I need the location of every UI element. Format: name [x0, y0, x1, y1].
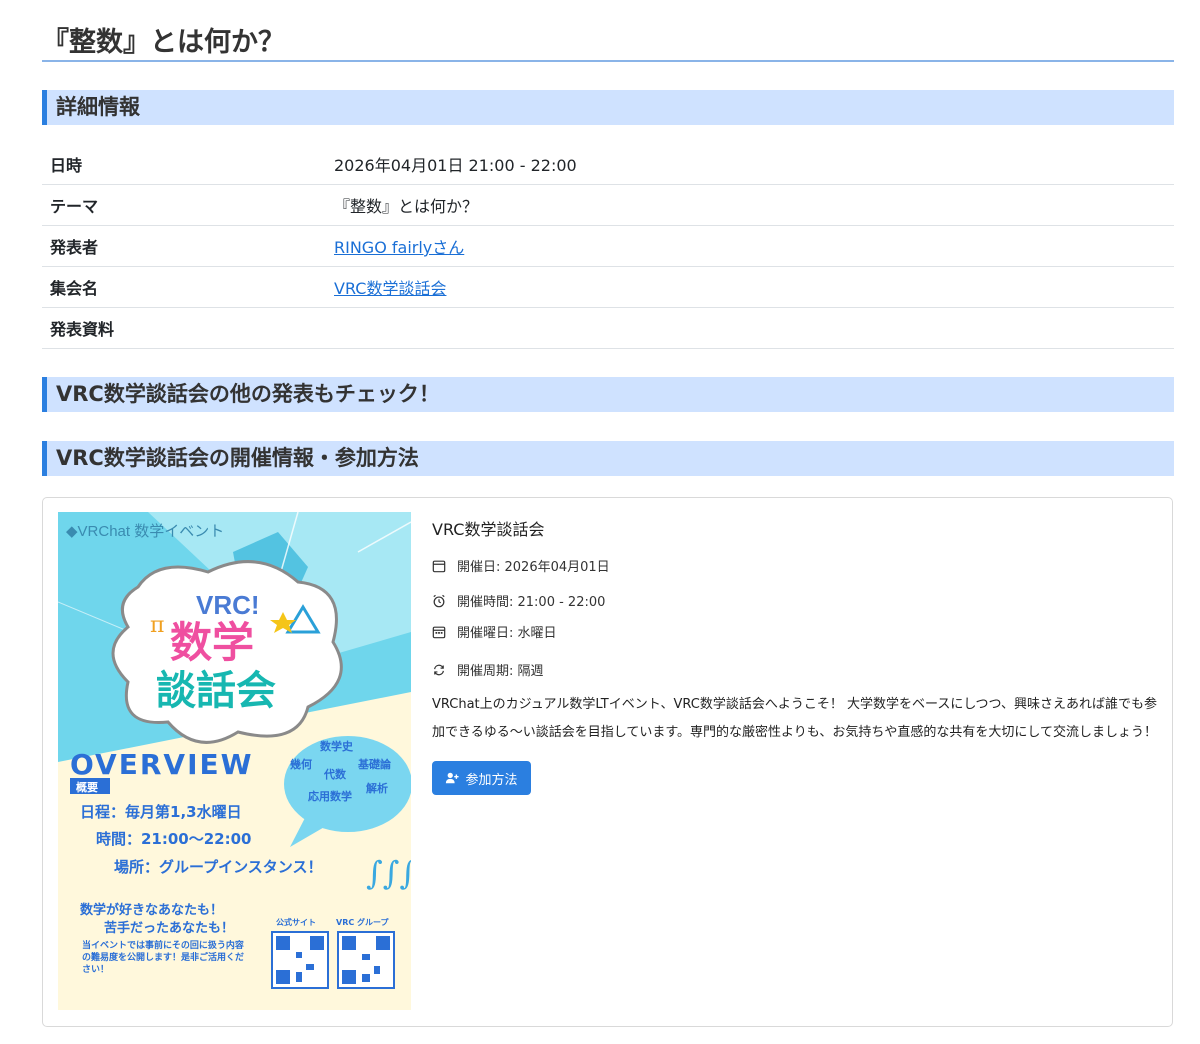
event-cycle: 開催周期: 隔週	[432, 660, 544, 679]
section-heading-details: 詳細情報	[42, 90, 1174, 125]
poster-qr1-label: 公式サイト	[276, 917, 316, 927]
event-time-label: 開催時間: 21:00 - 22:00	[457, 595, 606, 610]
person-plus-icon	[446, 772, 460, 784]
page-title: 『整数』とは何か？	[42, 14, 1174, 62]
page: 『整数』とは何か？ 詳細情報 日時 2026年04月01日 21:00 - 22…	[0, 0, 1200, 1044]
event-name: VRC数学談話会	[432, 520, 545, 539]
join-button[interactable]: 参加方法	[432, 761, 531, 795]
row-label: テーマ	[50, 197, 99, 216]
presenter-link[interactable]: RINGO fairlyさん	[334, 238, 464, 257]
qr-code-icon	[271, 931, 329, 989]
repeat-icon	[434, 664, 444, 675]
join-button-label: 参加方法	[465, 772, 518, 788]
poster-schedule: 日程：毎月第1,3水曜日	[80, 803, 242, 821]
poster-logo-line2: 談話会	[156, 668, 276, 714]
row-label: 日時	[50, 156, 83, 175]
event-card-body: VRC数学談話会 開催日: 2026年04月01日 開催時間: 21:00 - …	[432, 512, 1162, 795]
event-link[interactable]: VRC数学談話会	[334, 279, 446, 298]
poster-topic: 解析	[366, 781, 388, 795]
event-time: 開催時間: 21:00 - 22:00	[432, 591, 605, 610]
poster-overview-sub: 概要	[76, 780, 98, 794]
poster-catch2: 苦手だったあなたも！	[104, 920, 234, 936]
poster-topic: 基礎論	[357, 757, 392, 771]
event-poster-image: ◆VRChat 数学イベント VRC! 数学 談話会 π OVERVIEW 概要…	[58, 512, 411, 1010]
poster-catch1: 数学が好きなあなたも！	[80, 902, 223, 918]
event-cycle-label: 開催周期: 隔週	[457, 664, 544, 679]
row-label: 集会名	[50, 279, 99, 298]
row-value-theme: 『整数』とは何か？	[334, 197, 479, 216]
svg-text:∫∫∫: ∫∫∫	[366, 854, 411, 892]
event-weekday: 開催曜日: 水曜日	[432, 622, 557, 641]
poster-place: 場所：グループインスタンス！	[114, 858, 323, 876]
poster-logo-line1: 数学	[170, 618, 254, 667]
row-label: 発表者	[50, 238, 99, 257]
table-row: 発表者 RINGO fairlyさん	[42, 226, 1174, 267]
poster-overview: OVERVIEW	[70, 748, 254, 781]
poster-note: 当イベントでは事前にその回に扱う内容の難易度を公開します！是非ご活用ください！	[82, 941, 245, 975]
poster-top-label: ◆VRChat 数学イベント	[66, 523, 224, 540]
calendar-week-icon	[432, 626, 446, 638]
section-heading-event-info: VRC数学談話会の開催情報・参加方法	[42, 441, 1174, 476]
table-row: 発表資料	[42, 308, 1174, 349]
event-weekday-label: 開催曜日: 水曜日	[457, 626, 557, 641]
table-row: 集会名 VRC数学談話会	[42, 267, 1174, 308]
table-row: 日時 2026年04月01日 21:00 - 22:00	[42, 144, 1174, 185]
poster-topic: 数学史	[320, 739, 354, 753]
event-date-label: 開催日: 2026年04月01日	[457, 560, 610, 575]
poster-logo-vrc: VRC!	[196, 590, 260, 620]
calendar-icon	[432, 560, 446, 572]
poster-time: 時間：21:00～22:00	[96, 830, 252, 848]
event-card: ◆VRChat 数学イベント VRC! 数学 談話会 π OVERVIEW 概要…	[42, 497, 1173, 1027]
poster-topic: 幾何	[290, 757, 312, 771]
details-table: 日時 2026年04月01日 21:00 - 22:00 テーマ 『整数』とは何…	[42, 144, 1174, 349]
table-row: テーマ 『整数』とは何か？	[42, 185, 1174, 226]
qr-code-icon	[337, 931, 395, 989]
poster-topic: 応用数学	[308, 789, 352, 803]
event-date: 開催日: 2026年04月01日	[432, 556, 610, 575]
poster-qr2-label: VRC グループ	[336, 917, 390, 927]
row-value-datetime: 2026年04月01日 21:00 - 22:00	[334, 156, 577, 175]
row-label: 発表資料	[50, 320, 115, 339]
svg-text:π: π	[150, 613, 164, 638]
event-description: VRChat上のカジュアル数学LTイベント、VRC数学談話会へようこそ！ 大学数…	[432, 697, 1158, 740]
alarm-clock-icon	[433, 594, 445, 607]
poster-topic: 代数	[323, 767, 347, 781]
section-heading-other-talks[interactable]: VRC数学談話会の他の発表もチェック！	[42, 377, 1174, 412]
